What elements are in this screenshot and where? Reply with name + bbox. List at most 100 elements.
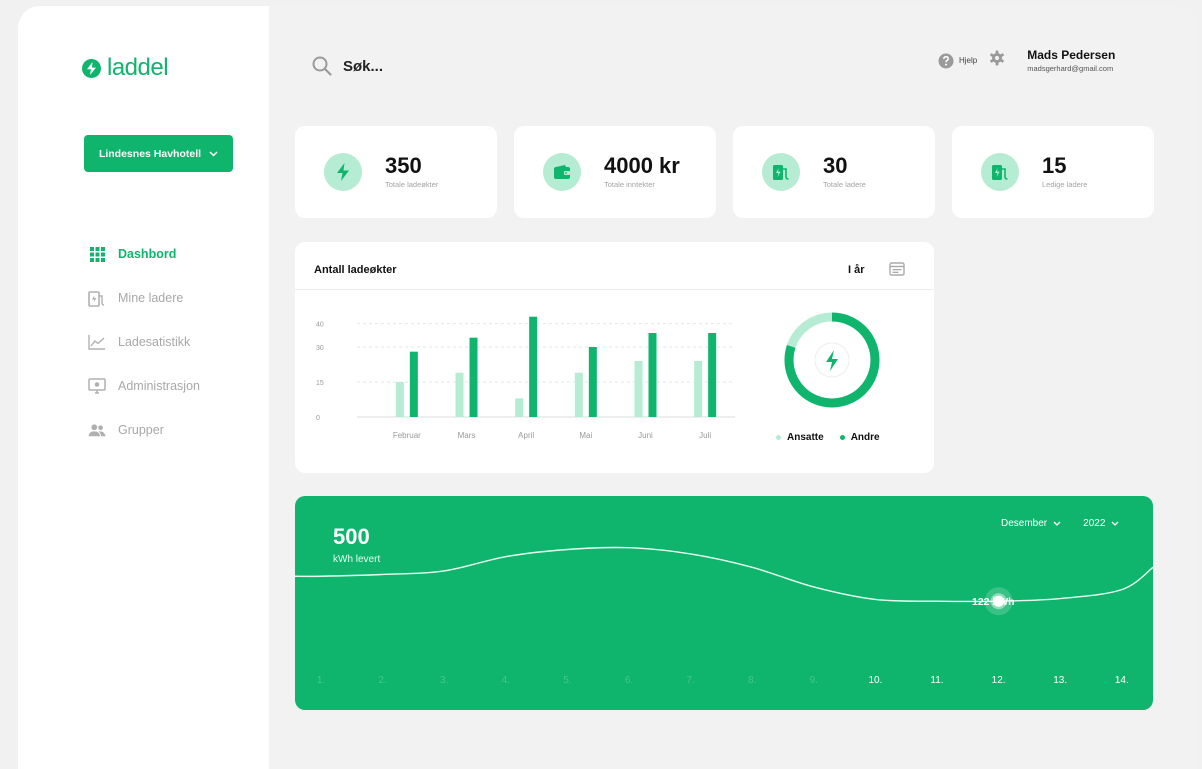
users-icon — [88, 421, 106, 439]
grid-icon — [88, 245, 106, 263]
bar-andre — [708, 333, 717, 417]
location-selector[interactable]: Lindesnes Havhotell — [84, 135, 233, 172]
stat-label: Totale ladeøkter — [385, 180, 439, 189]
sidebar-item-label: Administrasjon — [118, 379, 200, 393]
logo-bolt-icon — [82, 58, 101, 78]
chart-legend: Ansatte Andre — [776, 432, 880, 443]
help-label: Hjelp — [959, 56, 978, 65]
user-profile[interactable]: Mads Pedersen madsgerhard@gmail.com — [1027, 48, 1115, 73]
user-name: Mads Pedersen — [1027, 48, 1116, 62]
bar-ansatte — [694, 361, 703, 417]
x-tick-label: 10. — [868, 675, 882, 686]
stat-card-available-chargers: 15 Ledige ladere — [952, 126, 1154, 218]
logo-text: laddel — [107, 54, 169, 81]
bar-chart: 0 15 30 40 Februar Mars April Mai Juni Juli — [316, 316, 735, 440]
chevron-down-icon — [209, 150, 218, 157]
x-tick-label: 14. — [1115, 675, 1129, 686]
stat-value: 350 — [385, 153, 422, 178]
bar-ansatte — [634, 361, 643, 417]
stat-value: 4000 kr — [604, 153, 680, 178]
bar-andre — [529, 316, 538, 417]
user-email: madsgerhard@gmail.com — [1027, 64, 1114, 73]
help-icon — [938, 53, 954, 68]
x-tick-label: 13. — [1053, 675, 1067, 686]
sidebar: laddel Lindesnes Havhotell Dashbord Mine… — [18, 6, 269, 769]
highlight-point — [993, 595, 1005, 607]
search-input[interactable]: Søk... — [343, 58, 383, 75]
x-tick-label: April — [518, 431, 534, 440]
legend-andre: Andre — [839, 432, 880, 443]
chart-divider — [295, 289, 934, 290]
bar-ansatte — [455, 372, 464, 417]
sidebar-item-ladesatistikk[interactable]: Ladesatistikk — [88, 320, 200, 364]
bar-andre — [409, 351, 418, 417]
x-tick-label: Februar — [393, 431, 421, 440]
x-tick-label: 8. — [748, 675, 756, 686]
sidebar-item-label: Grupper — [118, 423, 164, 437]
charger-icon — [88, 289, 106, 307]
energy-line-chart: 1. 2. 3. 4. 5. 6. 7. 8. 9. 10. 11. 12. 13. 14. — [295, 546, 1153, 686]
wallet-icon — [543, 153, 581, 191]
legend-ansatte: Ansatte — [776, 432, 824, 443]
stat-card-revenue: 4000 kr Totale inntekter — [514, 126, 716, 218]
sidebar-item-mine-ladere[interactable]: Mine ladere — [88, 276, 200, 320]
logo[interactable]: laddel — [82, 54, 169, 82]
legend-dot-andre — [839, 435, 845, 440]
line-chart-icon — [88, 333, 106, 351]
x-tick-label: Juli — [699, 431, 711, 440]
x-tick-label: 3. — [440, 675, 448, 686]
y-tick-label: 15 — [316, 380, 324, 387]
sidebar-item-label: Ladesatistikk — [118, 335, 191, 349]
gear-icon[interactable] — [989, 50, 1005, 71]
bolt-icon — [324, 153, 362, 191]
x-tick-label: Mai — [579, 431, 592, 440]
stat-card-sessions: 350 Totale ladeøkter — [295, 126, 497, 218]
x-tick-label: 7. — [686, 675, 694, 686]
x-tick-label: 5. — [563, 675, 571, 686]
chart-title: Antall ladeøkter — [314, 264, 397, 276]
legend-label: Ansatte — [787, 432, 824, 443]
search-icon — [312, 56, 332, 76]
stat-label: Ledige ladere — [1042, 180, 1088, 189]
charger-icon — [981, 153, 1019, 191]
sidebar-item-label: Mine ladere — [118, 291, 184, 305]
bar-ansatte — [574, 372, 583, 417]
charger-icon — [762, 153, 800, 191]
header-actions: Hjelp Mads Pedersen madsgerhard@gmail.co… — [938, 48, 1115, 73]
x-tick-label: 1. — [317, 675, 325, 686]
sidebar-item-grupper[interactable]: Grupper — [88, 408, 200, 452]
bar-ansatte — [515, 398, 524, 417]
sidebar-item-administrasjon[interactable]: Administrasjon — [88, 364, 200, 408]
sessions-chart-card: Antall ladeøkter I år 0 15 30 40 Februar Mars… — [295, 242, 934, 473]
donut-chart — [784, 312, 880, 408]
app-frame: laddel Lindesnes Havhotell Dashbord Mine… — [18, 6, 1198, 769]
bar-andre — [588, 347, 597, 417]
x-tick-label: 2. — [378, 675, 386, 686]
y-tick-label: 30 — [316, 345, 324, 352]
calendar-icon[interactable] — [889, 262, 905, 281]
x-tick-label: 11. — [930, 675, 943, 686]
x-tick-label: 6. — [625, 675, 633, 686]
stat-label: Totale ladere — [823, 180, 866, 189]
y-tick-label: 40 — [316, 322, 324, 329]
sidebar-item-dashbord[interactable]: Dashbord — [88, 232, 200, 276]
help-button[interactable]: Hjelp — [938, 53, 977, 69]
legend-dot-ansatte — [776, 435, 781, 440]
location-label: Lindesnes Havhotell — [98, 147, 202, 160]
legend-label: Andre — [850, 432, 880, 443]
stat-label: Totale inntekter — [604, 180, 655, 189]
energy-card: 500 kWh levert Desember 2022 122 kWh 1.2… — [295, 496, 1153, 710]
stat-value: 30 — [823, 153, 848, 178]
search-bar[interactable]: Søk... — [312, 56, 383, 76]
x-tick-label: Juni — [638, 431, 653, 440]
bar-andre — [469, 337, 478, 417]
sidebar-item-label: Dashbord — [118, 247, 177, 261]
x-tick-label: 4. — [502, 675, 510, 686]
monitor-icon — [88, 377, 106, 395]
stat-card-chargers: 30 Totale ladere — [733, 126, 935, 218]
x-tick-label: 9. — [810, 675, 818, 686]
x-tick-label: 12. — [992, 675, 1006, 686]
x-tick-label: Mars — [458, 431, 476, 440]
period-selector[interactable]: I år — [848, 264, 865, 276]
energy-line — [295, 546, 1153, 603]
